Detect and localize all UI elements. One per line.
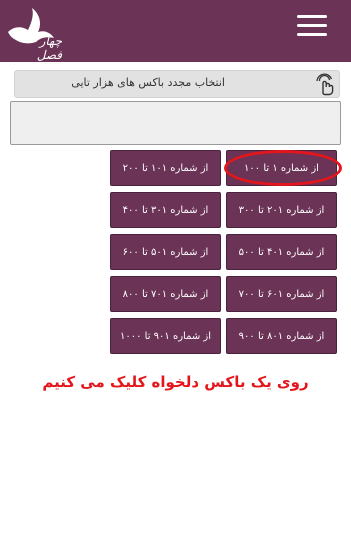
- reselect-thousand-box-bar[interactable]: انتخاب مجدد باکس های هزار تایی: [14, 70, 340, 98]
- hamburger-menu-icon[interactable]: [297, 13, 327, 37]
- instruction-text: روی یک باکس دلخواه کلیک می کنیم: [42, 373, 309, 391]
- logo-text: چهار فصل: [36, 34, 62, 62]
- range-button-8[interactable]: از شماره ۷۰۱ تا ۸۰۰: [110, 276, 221, 312]
- app-header: چهار فصل: [0, 0, 351, 62]
- range-button-10[interactable]: از شماره ۹۰۱ تا ۱۰۰۰: [110, 318, 221, 354]
- range-button-2[interactable]: از شماره ۱۰۱ تا ۲۰۰: [110, 150, 221, 186]
- touch-hand-icon: [314, 72, 338, 96]
- search-input[interactable]: [10, 101, 341, 145]
- range-button-9[interactable]: از شماره ۸۰۱ تا ۹۰۰: [226, 318, 337, 354]
- range-button-6[interactable]: از شماره ۵۰۱ تا ۶۰۰: [110, 234, 221, 270]
- reselect-label: انتخاب مجدد باکس های هزار تایی: [71, 76, 225, 89]
- bird-logo-icon[interactable]: چهار فصل: [4, 4, 62, 62]
- range-button-7[interactable]: از شماره ۶۰۱ تا ۷۰۰: [226, 276, 337, 312]
- range-button-1[interactable]: از شماره ۱ تا ۱۰۰: [226, 150, 337, 186]
- range-button-5[interactable]: از شماره ۴۰۱ تا ۵۰۰: [226, 234, 337, 270]
- range-button-3[interactable]: از شماره ۲۰۱ تا ۳۰۰: [226, 192, 337, 228]
- range-button-4[interactable]: از شماره ۳۰۱ تا ۴۰۰: [110, 192, 221, 228]
